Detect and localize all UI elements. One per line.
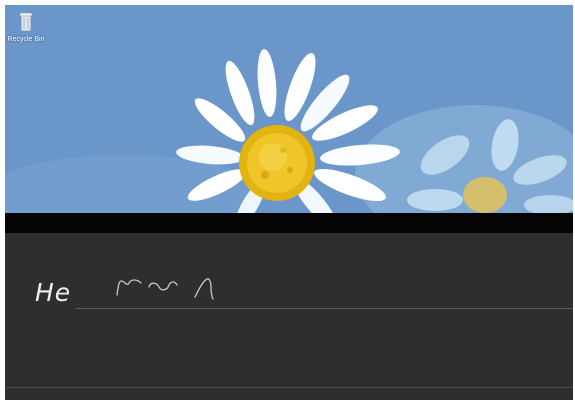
daisy-flower-wallpaper	[5, 5, 573, 213]
recognized-text: He	[35, 278, 72, 307]
desktop[interactable]: Recycle Bin	[5, 5, 573, 213]
desktop-icon-recycle-bin[interactable]: Recycle Bin	[7, 11, 45, 44]
taskbar-strip	[5, 213, 573, 233]
desktop-icon-label: Recycle Bin	[7, 36, 45, 43]
handwriting-input-panel[interactable]: He	[5, 233, 573, 400]
writing-guide-line	[75, 308, 573, 309]
handwritten-ink-strokes	[116, 278, 214, 300]
panel-divider	[5, 387, 573, 388]
recycle-bin-icon	[19, 12, 33, 32]
